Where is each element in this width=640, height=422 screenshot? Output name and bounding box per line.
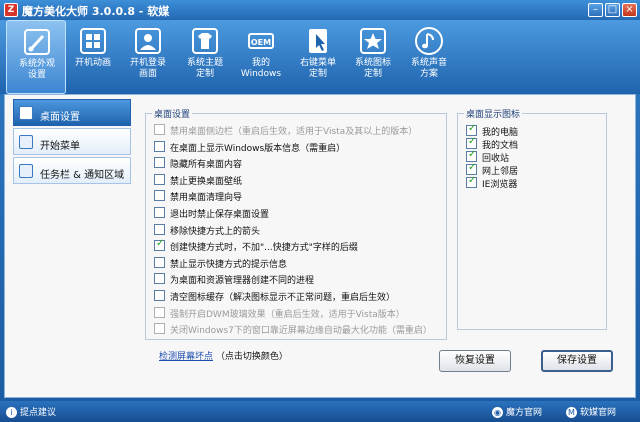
sidebar-item-desktop[interactable]: 桌面设置	[13, 99, 131, 126]
main-toolbar: 系统外观 设置 开机动画 开机登录 画面 系统主题 定制 OEM 我的 Wind…	[0, 20, 640, 94]
checkbox	[154, 323, 165, 335]
option-label: 回收站	[482, 154, 510, 164]
checkbox[interactable]	[466, 162, 477, 175]
checkbox[interactable]	[154, 190, 165, 202]
desktop-settings-group: 桌面设置 禁用桌面侧边栏（重启后生效，适用于Vista及其以上的版本） 在桌面上显…	[145, 107, 447, 340]
tool-label: 系统主题 定制	[186, 58, 223, 79]
checkbox[interactable]	[466, 136, 477, 149]
ruanmei-site-link[interactable]: M 软媒官网	[566, 405, 616, 418]
close-button[interactable]: ×	[622, 3, 637, 17]
windows-logo-icon	[80, 28, 106, 54]
checkbox[interactable]	[154, 157, 165, 169]
option-label: 我的文档	[482, 141, 519, 151]
tool-label: 系统图标 定制	[354, 58, 391, 79]
sidebar-item-taskbar[interactable]: 任务栏 & 通知区域	[13, 157, 131, 184]
status-bar: i 提点建议 ◉ 魔方官网 M 软媒官网	[0, 401, 640, 422]
option-label: 禁用桌面侧边栏（重启后生效，适用于Vista及其以上的版本）	[170, 127, 418, 137]
tool-system-sounds[interactable]: 系统声音 方案	[399, 20, 459, 94]
tool-label: 右键菜单 定制	[299, 58, 336, 79]
checkbox[interactable]	[154, 207, 165, 218]
globe-icon: ◉	[492, 407, 503, 418]
sidebar: 桌面设置 开始菜单 任务栏 & 通知区域	[13, 99, 131, 186]
detect-dead-pixels: 检测屏幕坏点 （点击切换颜色）	[159, 349, 288, 362]
option-label: 在桌面上显示Windows版本信息（需重启）	[170, 143, 346, 154]
title-bar: Z 魔方美化大师 3.0.0.8 - 软媒 – □ ×	[0, 0, 640, 20]
tool-my-windows[interactable]: OEM 我的 Windows	[231, 20, 291, 94]
tool-label: 开机登录 画面	[129, 58, 166, 79]
music-note-icon	[415, 27, 443, 55]
desktop-icons-group: 桌面显示图标 我的电脑我的文档回收站网上邻居 IE浏览器	[457, 107, 607, 330]
star-icon	[360, 28, 386, 54]
save-settings-button[interactable]: 保存设置	[541, 350, 613, 372]
cursor-menu-icon	[309, 29, 327, 53]
taskbar-icon	[19, 164, 33, 178]
checkbox[interactable]	[154, 273, 165, 285]
detect-hint: （点击切换颜色）	[215, 352, 288, 362]
maximize-button[interactable]: □	[605, 3, 620, 17]
suggest-label: 提点建议	[20, 408, 57, 418]
checkbox[interactable]	[154, 238, 165, 252]
checkbox	[154, 306, 165, 318]
group-title: 桌面设置	[152, 107, 193, 120]
main-panel: 桌面设置 开始菜单 任务栏 & 通知区域 桌面设置 禁用桌面侧边栏（重启后生效，…	[4, 94, 636, 398]
checkbox[interactable]	[154, 223, 165, 235]
tool-label: 系统声音 方案	[410, 58, 447, 79]
sidebar-item-label: 开始菜单	[40, 141, 80, 152]
sidebar-item-start-menu[interactable]: 开始菜单	[13, 128, 131, 155]
option-label: 禁用桌面清理向导	[170, 193, 243, 204]
user-login-icon	[135, 28, 161, 54]
checkbox	[154, 124, 165, 135]
option-label: 强制开启DWM玻璃效果（重启后生效，适用于Vista版本）	[170, 309, 405, 320]
suggest-link[interactable]: i 提点建议	[6, 405, 56, 418]
restore-settings-button[interactable]: 恢复设置	[439, 350, 511, 372]
checkbox[interactable]	[466, 175, 477, 188]
tool-system-appearance[interactable]: 系统外观 设置	[6, 20, 66, 94]
tool-system-icons[interactable]: 系统图标 定制	[343, 20, 403, 94]
group-title: 桌面显示图标	[464, 107, 523, 120]
option-label: 清空图标缓存（解决图标显示不正常问题，重启后生效）	[170, 293, 396, 303]
tool-label: 开机动画	[74, 58, 111, 68]
option-label: 隐藏所有桌面内容	[170, 160, 243, 171]
checkbox[interactable]	[466, 149, 477, 162]
tool-context-menu[interactable]: 右键菜单 定制	[288, 20, 348, 94]
checkbox[interactable]	[466, 123, 477, 136]
checkbox[interactable]	[154, 173, 165, 185]
tool-label: 系统外观 设置	[18, 59, 55, 80]
sidebar-item-label: 任务栏 & 通知区域	[40, 170, 125, 181]
ruanmei-site-label: 软媒官网	[580, 408, 617, 418]
checkbox[interactable]	[154, 140, 165, 152]
option-label: 移除快捷方式上的箭头	[170, 226, 261, 237]
oem-icon: OEM	[248, 33, 274, 49]
tool-login-screen[interactable]: 开机登录 画面	[118, 20, 178, 94]
start-menu-icon	[19, 135, 33, 149]
sidebar-item-label: 桌面设置	[40, 112, 80, 123]
minimize-button[interactable]: –	[588, 3, 603, 17]
option-label: 网上邻居	[482, 167, 519, 177]
official-site-link[interactable]: ◉ 魔方官网	[492, 405, 542, 418]
tool-theme[interactable]: 系统主题 定制	[175, 20, 235, 94]
option-label: 退出时禁止保存桌面设置	[170, 210, 270, 220]
wrench-icon	[19, 106, 33, 120]
brush-icon	[24, 29, 50, 55]
checkbox[interactable]	[154, 256, 165, 268]
svg-text:OEM: OEM	[251, 38, 271, 47]
option-label: 关闭Windows7下的窗口靠近屏幕边缘自动最大化功能（需重启）	[170, 326, 432, 337]
option-label: 禁止显示快捷方式的提示信息	[170, 259, 288, 270]
window-title: 魔方美化大师 3.0.0.8 - 软媒	[22, 5, 170, 18]
option-label: IE浏览器	[482, 180, 518, 190]
ruanmei-logo-icon: M	[566, 407, 577, 418]
option-label: 为桌面和资源管理器创建不同的进程	[170, 276, 315, 287]
app-logo-icon: Z	[4, 3, 18, 17]
tool-boot-animation[interactable]: 开机动画	[63, 20, 123, 94]
official-site-label: 魔方官网	[506, 408, 543, 418]
app-window: Z 魔方美化大师 3.0.0.8 - 软媒 – □ × 系统外观 设置 开机动画	[0, 0, 640, 422]
info-icon: i	[6, 407, 17, 418]
option-label: 创建快捷方式时，不加"...快捷方式"字样的后缀	[170, 243, 358, 254]
option-label: 我的电脑	[482, 128, 519, 138]
tool-label: 我的 Windows	[240, 58, 282, 79]
option-label: 禁止更换桌面壁纸	[170, 176, 243, 187]
detect-dead-pixels-link[interactable]: 检测屏幕坏点	[159, 352, 213, 362]
shirt-icon	[192, 28, 218, 54]
checkbox[interactable]	[154, 290, 165, 301]
